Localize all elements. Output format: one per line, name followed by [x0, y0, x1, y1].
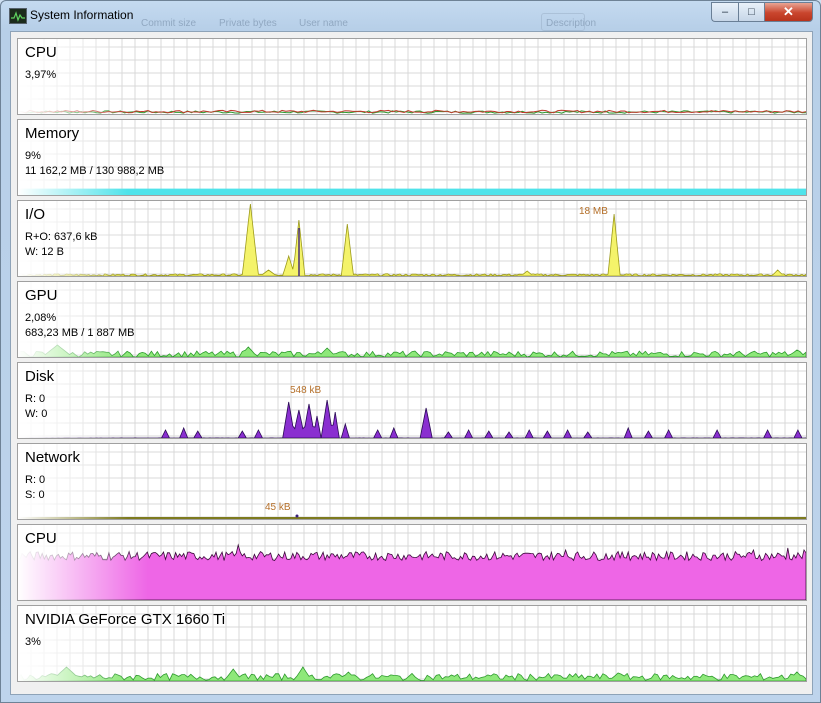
io-write-value: W: 12 B — [25, 246, 64, 258]
ghost-button — [541, 13, 585, 31]
io-read-other-value: R+O: 637,6 kB — [25, 231, 98, 243]
network-peak-label: 45 kB — [265, 502, 291, 513]
disk-peak-label: 548 kB — [290, 385, 322, 396]
ghost-column-header: Commit size — [141, 18, 197, 29]
memory-graph-panel[interactable]: Memory 9% 11 162,2 MB / 130 988,2 MB — [17, 119, 807, 196]
io-activity-area — [18, 203, 806, 276]
network-peak-marker — [295, 514, 299, 518]
title-bar[interactable]: System Information Commit size Private b… — [1, 1, 820, 31]
grid-lines — [18, 201, 806, 276]
network-baseline — [18, 517, 806, 519]
grid-lines — [18, 444, 806, 519]
panel-title: CPU — [25, 44, 57, 61]
disk-read-value: R: 0 — [25, 393, 46, 405]
cpu-history-graph — [18, 525, 806, 600]
panel-title: I/O — [25, 206, 46, 223]
gpu-graph — [18, 282, 806, 357]
cpu-history-graph-panel[interactable]: CPU — [17, 524, 807, 601]
system-information-window: System Information Commit size Private b… — [0, 0, 821, 703]
maximize-button[interactable]: □ — [738, 2, 764, 22]
disk-graph-panel[interactable]: Disk R: 0 W: 0 548 kB — [17, 362, 807, 439]
disk-graph — [18, 363, 806, 438]
grid-lines — [18, 39, 806, 114]
activity-monitor-icon — [9, 8, 27, 24]
gpu-device-activity-area — [18, 666, 806, 681]
memory-percent-value: 9% — [25, 150, 41, 162]
gpu-memory-value: 683,23 MB / 1 887 MB — [25, 327, 135, 339]
panel-title: Disk — [25, 368, 55, 385]
memory-usage-value: 11 162,2 MB / 130 988,2 MB — [25, 165, 165, 177]
close-icon: ✕ — [783, 4, 794, 19]
graphs-area: CPU 3,97% Memory 9% 11 162,2 MB / 130 98… — [10, 31, 813, 695]
minimize-button[interactable]: – — [711, 2, 738, 22]
maximize-icon: □ — [748, 6, 755, 18]
memory-graph — [18, 120, 806, 195]
cpu-usage-value: 3,97% — [25, 69, 57, 81]
close-button[interactable]: ✕ — [764, 2, 813, 22]
gpu-usage-value: 2,08% — [25, 312, 57, 324]
memory-usage-fill — [18, 188, 806, 195]
network-graph-panel[interactable]: Network R: 0 S: 0 45 kB — [17, 443, 807, 520]
cpu-graph — [18, 39, 806, 114]
gpu-graph-panel[interactable]: GPU 2,08% 683,23 MB / 1 887 MB — [17, 281, 807, 358]
ghost-column-header: User name — [299, 18, 348, 29]
panel-title: NVIDIA GeForce GTX 1660 Ti — [25, 611, 226, 628]
disk-activity-area — [18, 399, 806, 438]
gpu-device-graph-panel[interactable]: NVIDIA GeForce GTX 1660 Ti 3% — [17, 605, 807, 682]
io-graph — [18, 201, 806, 276]
panel-title: Network — [25, 449, 81, 466]
network-send-value: S: 0 — [25, 489, 45, 501]
cpu-graph-panel[interactable]: CPU 3,97% — [17, 38, 807, 115]
grid-lines — [18, 120, 806, 195]
network-receive-value: R: 0 — [25, 474, 46, 486]
ghost-column-header: Private bytes — [219, 18, 277, 29]
panel-title: CPU — [25, 530, 57, 547]
panel-title: GPU — [25, 287, 58, 304]
minimize-icon: – — [721, 6, 729, 18]
gpu-device-usage-value: 3% — [25, 636, 41, 648]
disk-write-value: W: 0 — [25, 408, 48, 420]
window-title: System Information — [30, 8, 134, 22]
grid-lines — [18, 282, 806, 357]
network-graph — [18, 444, 806, 519]
io-peak-label: 18 MB — [579, 206, 608, 217]
grid-lines — [18, 363, 806, 438]
io-graph-panel[interactable]: I/O R+O: 637,6 kB W: 12 B 18 MB — [17, 200, 807, 277]
panel-title: Memory — [25, 125, 80, 142]
